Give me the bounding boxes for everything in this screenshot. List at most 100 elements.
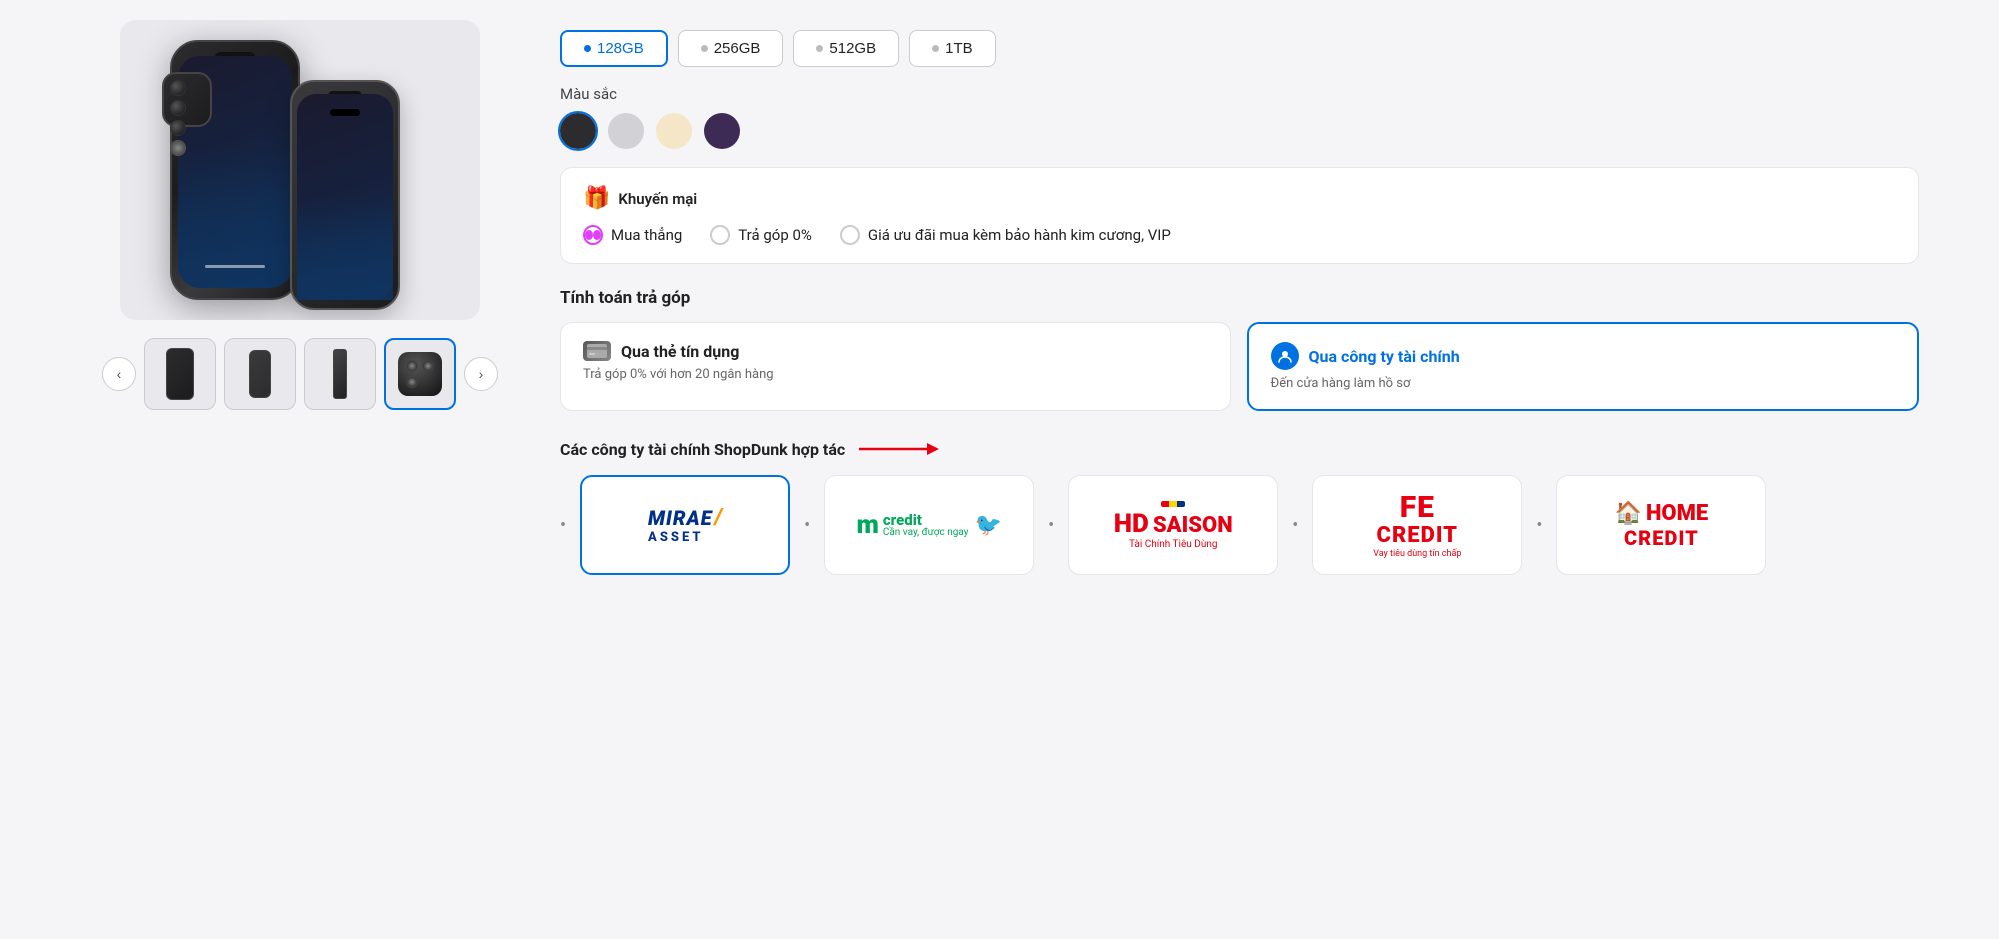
installment-card-credit[interactable]: Qua thẻ tín dụng Trả góp 0% với hơn 20 n… <box>560 322 1231 411</box>
thumb-camera-3 <box>398 352 442 396</box>
partner-logo-fecredit[interactable]: FE CREDIT Vay tiêu dùng tín chấp <box>1312 475 1522 575</box>
promo-option-2[interactable]: Giá ưu đãi mua kèm bảo hành kim cương, V… <box>840 225 1171 245</box>
hd-name-row: HD SAISON <box>1114 509 1233 539</box>
storage-btn-128gb[interactable]: 128GB <box>560 30 668 67</box>
installment-section: Tính toán trả góp Qua <box>560 288 1919 429</box>
thumbnail-1[interactable] <box>224 338 296 410</box>
credit-fe-text: CREDIT <box>1373 524 1461 548</box>
storage-dot-0 <box>584 45 591 52</box>
promo-options: Mua thẳng Trả góp 0% Giá ưu đãi mua kèm … <box>583 225 1896 245</box>
partner-logo-mirae[interactable]: MIRAE / ASSET <box>580 475 790 575</box>
storage-label-0: 128GB <box>597 40 644 57</box>
installment-cards: Qua thẻ tín dụng Trả góp 0% với hơn 20 n… <box>560 322 1919 411</box>
storage-label-1: 256GB <box>714 40 761 57</box>
mcredit-text: credit <box>883 512 969 529</box>
color-swatch-gold[interactable] <box>656 113 692 149</box>
page-container: 🍎 <box>0 0 1999 939</box>
fe-subtext: Vay tiêu dùng tín chấp <box>1373 549 1461 559</box>
credit-card-icon <box>583 341 611 361</box>
two-phones: 🍎 <box>200 30 400 310</box>
fe-text: FE <box>1373 491 1461 524</box>
thumbnail-2[interactable] <box>304 338 376 410</box>
mirae-title: MIRAE / <box>648 505 722 530</box>
product-main-image: 🍎 <box>120 20 480 320</box>
camera-flash <box>170 140 186 156</box>
radio-mua-thang[interactable] <box>583 225 603 245</box>
promo-label-2: Giá ưu đãi mua kèm bảo hành kim cương, V… <box>868 226 1171 244</box>
iphone-body-2 <box>290 80 400 310</box>
promo-option-1[interactable]: Trả góp 0% <box>710 225 812 245</box>
homecredit-text: CREDIT <box>1615 526 1709 550</box>
storage-label-3: 1TB <box>945 40 973 57</box>
hd-bar-blue <box>1177 501 1185 507</box>
thumbnail-3[interactable] <box>384 338 456 410</box>
mirae-logo: MIRAE / ASSET <box>648 505 722 545</box>
promo-option-0[interactable]: Mua thẳng <box>583 225 682 245</box>
partner-logo-hdsaison[interactable]: HD SAISON Tài Chính Tiêu Dùng <box>1068 475 1278 575</box>
thumb-phone-1 <box>249 350 271 398</box>
installment-card-credit-header: Qua thẻ tín dụng <box>583 341 1208 361</box>
home-label: HOME <box>1646 501 1708 526</box>
partners-title: Các công ty tài chính ShopDunk hợp tác <box>560 440 845 459</box>
hd-bar-red <box>1161 501 1169 507</box>
partner-dot-1: • <box>804 515 810 536</box>
mcredit-sub: Cần vay, được ngay <box>883 528 969 538</box>
partner-dot-0: • <box>560 515 566 536</box>
prev-thumbnail-button[interactable]: ‹ <box>102 357 136 391</box>
thumb-phone-0 <box>166 348 194 400</box>
camera-bump <box>162 72 212 127</box>
mcredit-m: m <box>856 510 878 540</box>
partner-dot-2: • <box>1048 515 1054 536</box>
color-section: Màu sắc <box>560 85 1919 149</box>
storage-label-2: 512GB <box>829 40 876 57</box>
mirae-slash: / <box>715 505 723 530</box>
color-swatch-purple[interactable] <box>704 113 740 149</box>
storage-btn-256gb[interactable]: 256GB <box>678 30 784 67</box>
partner-dot-4: • <box>1536 515 1542 536</box>
partners-title-row: Các công ty tài chính ShopDunk hợp tác <box>560 439 1919 459</box>
promo-title-text: Khuyến mại <box>618 190 697 208</box>
next-thumbnail-button[interactable]: › <box>464 357 498 391</box>
installment-credit-subtitle: Trả góp 0% với hơn 20 ngân hàng <box>583 367 1208 382</box>
installment-card-finance-header: Qua công ty tài chính <box>1271 342 1896 370</box>
promotions-box: 🎁 Khuyến mại Mua thẳng Trả góp 0% <box>560 167 1919 264</box>
mcredit-bird-icon: 🐦 <box>974 513 1001 538</box>
arrow-right-icon <box>859 439 939 459</box>
color-swatch-black[interactable] <box>560 113 596 149</box>
storage-section: 128GB 256GB 512GB 1TB <box>560 20 1919 288</box>
installment-finance-subtitle: Đến cửa hàng làm hồ sơ <box>1271 376 1896 391</box>
storage-options: 128GB 256GB 512GB 1TB <box>560 30 1919 67</box>
radio-tra-gop[interactable] <box>710 225 730 245</box>
product-details-section: 128GB 256GB 512GB 1TB <box>560 20 1919 575</box>
gift-icon: 🎁 <box>583 186 610 211</box>
mirae-asset-text: ASSET <box>648 530 703 545</box>
storage-dot-3 <box>932 45 939 52</box>
product-image-section: 🍎 <box>80 20 520 575</box>
promo-title: 🎁 Khuyến mại <box>583 186 1896 211</box>
color-swatch-silver[interactable] <box>608 113 644 149</box>
installment-card-finance[interactable]: Qua công ty tài chính Đến cửa hàng làm h… <box>1247 322 1920 411</box>
main-content: 🍎 <box>0 0 1999 595</box>
thumbnail-row: ‹ › <box>102 338 498 410</box>
installment-credit-title: Qua thẻ tín dụng <box>621 342 739 361</box>
partner-dot-3: • <box>1292 515 1298 536</box>
storage-btn-1tb[interactable]: 1TB <box>909 30 996 67</box>
storage-btn-512gb[interactable]: 512GB <box>793 30 899 67</box>
partners-section: Các công ty tài chính ShopDunk hợp tác • <box>560 429 1919 575</box>
camera-lens-3 <box>170 120 186 136</box>
radio-inner-0 <box>585 230 593 240</box>
color-label: Màu sắc <box>560 85 1919 103</box>
color-options <box>560 113 1919 149</box>
partner-logo-mcredit[interactable]: m credit Cần vay, được ngay 🐦 <box>824 475 1034 575</box>
thumbnail-0[interactable] <box>144 338 216 410</box>
promo-label-1: Trả góp 0% <box>738 226 812 244</box>
mcredit-logo: m credit Cần vay, được ngay 🐦 <box>856 510 1001 540</box>
thumb-phone-2 <box>333 349 347 399</box>
promo-label-0: Mua thẳng <box>611 226 682 244</box>
fecredit-logo: FE CREDIT Vay tiêu dùng tín chấp <box>1373 491 1461 558</box>
phone-front <box>280 60 400 310</box>
home-icon: 🏠 <box>1615 501 1642 526</box>
radio-gia-uu-dai[interactable] <box>840 225 860 245</box>
partner-logo-homecredit[interactable]: 🏠 HOME CREDIT <box>1556 475 1766 575</box>
hd-text: HD <box>1114 509 1149 539</box>
